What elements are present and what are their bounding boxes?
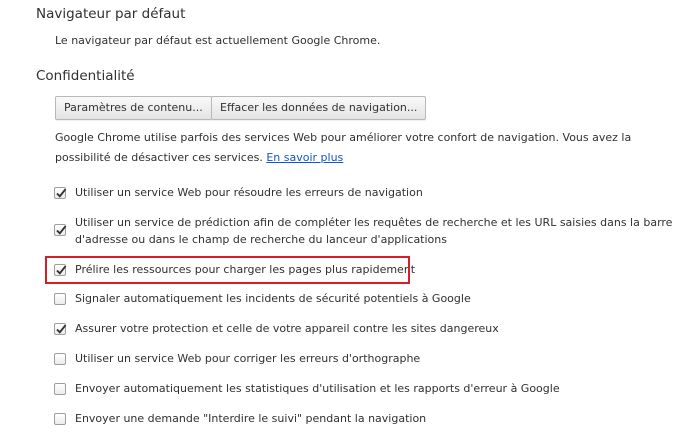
clear-browsing-data-button[interactable]: Effacer les données de navigation... <box>211 96 427 120</box>
checkbox[interactable] <box>54 353 66 365</box>
option-label: Signaler automatiquement les incidents d… <box>75 292 471 305</box>
option-label: Assurer votre protection et celle de vot… <box>75 322 499 335</box>
checkmark-icon <box>56 324 67 334</box>
checkbox[interactable] <box>54 187 67 199</box>
checkbox[interactable] <box>54 383 66 395</box>
checkmark-icon <box>56 188 67 198</box>
option-label: Envoyer une demande "Interdire le suivi"… <box>75 412 427 425</box>
privacy-info-line1: Google Chrome utilise parfois des servic… <box>55 131 632 144</box>
checkbox[interactable] <box>54 323 67 335</box>
section-title-default-browser: Navigateur par défaut <box>36 6 186 22</box>
content-settings-button[interactable]: Paramètres de contenu... <box>55 96 212 120</box>
privacy-info-line2-text: possibilité de désactiver ces services. <box>55 151 263 164</box>
checkbox[interactable] <box>54 224 67 236</box>
option-label: Utiliser un service Web pour corriger le… <box>75 352 421 365</box>
section-title-privacy: Confidentialité <box>36 68 135 84</box>
option-label-line1: Utiliser un service de prédiction afin d… <box>75 216 673 229</box>
highlight-box <box>45 256 410 284</box>
default-browser-description: Le navigateur par défaut est actuellemen… <box>55 34 381 47</box>
privacy-info-line2: possibilité de désactiver ces services. … <box>55 148 343 168</box>
checkbox[interactable] <box>54 293 66 305</box>
option-label: Utiliser un service Web pour résoudre le… <box>75 186 423 199</box>
option-label-line2: d'adresse ou dans le champ de recherche … <box>75 233 447 246</box>
option-label: Envoyer automatiquement les statistiques… <box>75 382 560 395</box>
checkmark-icon <box>56 225 67 235</box>
checkbox[interactable] <box>54 413 66 425</box>
learn-more-link[interactable]: En savoir plus <box>266 151 343 164</box>
